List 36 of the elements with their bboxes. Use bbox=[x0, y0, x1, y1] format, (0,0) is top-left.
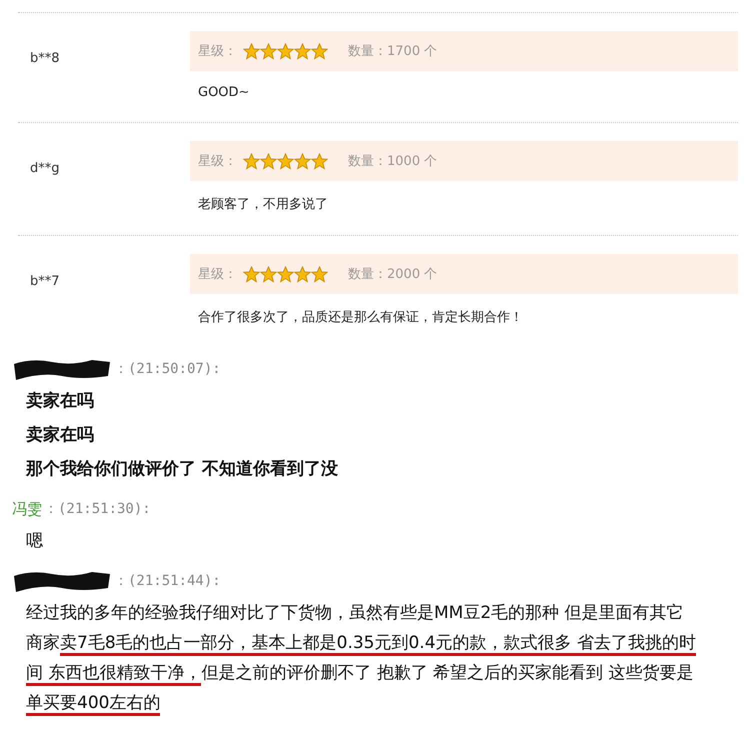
star-icon bbox=[277, 266, 294, 282]
message-text: 那个我给你们做评价了 不知道你看到了没 bbox=[26, 458, 339, 481]
star-icon bbox=[243, 42, 260, 60]
message-time: ：(21:51:44): bbox=[114, 572, 221, 590]
star-icon bbox=[294, 152, 311, 170]
star-icon bbox=[277, 152, 294, 170]
message-text: 卖家在吗 bbox=[26, 390, 95, 413]
reviewer-name: d**g bbox=[29, 161, 61, 176]
quantity-label: 数量：1000 个 bbox=[348, 153, 438, 170]
star-icon bbox=[311, 152, 328, 170]
reviewer-name: b**7 bbox=[29, 274, 61, 289]
sender-name: 冯雯 bbox=[12, 500, 42, 518]
review-comment: 合作了很多次了，品质还是那么有保证，肯定长期合作！ bbox=[198, 309, 524, 326]
message-time: ：(21:51:30): bbox=[44, 500, 151, 518]
star-icon bbox=[277, 42, 294, 60]
star-icon bbox=[260, 152, 277, 170]
star-icon bbox=[243, 266, 260, 282]
star-icon bbox=[260, 42, 277, 60]
message-text: 经过我的多年的经验我仔细对比了下货物，虽然有些是MM豆2毛的那种 但是里面有其它商家卖7毛8毛的也占一部分，基本上都是0.35元到0.4元的款，款式很多 省去了我挑的时间 东西也很精致干净，但是之前的评价删不了 抱歉了 希望之后的买家能看到 这些货要是 单买要400左右的 bbox=[26, 598, 698, 718]
star-icon bbox=[243, 152, 260, 170]
star-icon bbox=[260, 266, 277, 282]
message-text: 卖家在吗 bbox=[26, 424, 95, 447]
star-icon bbox=[294, 266, 311, 282]
rating-label: 星级： bbox=[198, 153, 237, 170]
review-comment: GOOD~ bbox=[198, 85, 250, 100]
star-icon bbox=[311, 42, 328, 60]
reviewer-name: b**8 bbox=[29, 51, 61, 66]
review-comment: 老顾客了，不用多说了 bbox=[198, 196, 329, 213]
rating-label: 星级： bbox=[198, 43, 237, 60]
message-time: ：(21:50:07): bbox=[114, 360, 221, 378]
rating-label: 星级： bbox=[198, 266, 237, 283]
quantity-label: 数量：1700 个 bbox=[348, 43, 438, 60]
message-text: 嗯 bbox=[26, 530, 44, 553]
quantity-label: 数量：2000 个 bbox=[348, 266, 438, 283]
star-icon bbox=[294, 42, 311, 60]
star-icon bbox=[311, 266, 328, 282]
